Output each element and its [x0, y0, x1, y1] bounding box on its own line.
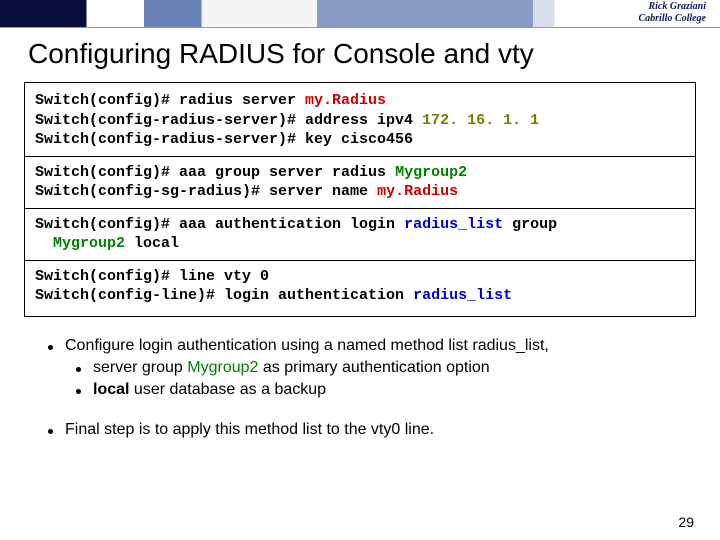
list-item: Configure login authentication using a n…: [48, 337, 684, 355]
code-line: Switch(config-radius-server)# address ip…: [35, 111, 685, 131]
code-line: Switch(config)# line vty 0: [35, 267, 685, 287]
school-name: Cabrillo College: [639, 13, 707, 24]
list-item: local user database as a backup: [76, 381, 684, 399]
page-title: Configuring RADIUS for Console and vty: [0, 28, 720, 82]
code-line: Switch(config-sg-radius)# server name my…: [35, 182, 685, 202]
code-line: Switch(config-line)# login authenticatio…: [35, 286, 685, 306]
list-item: Final step is to apply this method list …: [48, 421, 684, 439]
divider: [25, 156, 695, 157]
page-number: 29: [678, 514, 694, 530]
author-name: Rick Graziani: [648, 1, 706, 12]
header-banner: Rick Graziani Cabrillo College: [0, 0, 720, 28]
bullet-icon: [48, 429, 53, 434]
list-item: server group Mygroup2 as primary authent…: [76, 359, 684, 377]
code-line: Switch(config)# aaa authentication login…: [35, 215, 685, 235]
code-line: Switch(config)# aaa group server radius …: [35, 163, 685, 183]
code-line: Switch(config-radius-server)# key cisco4…: [35, 130, 685, 150]
bullet-icon: [76, 367, 81, 372]
divider: [25, 260, 695, 261]
code-line: Switch(config)# radius server my.Radius: [35, 91, 685, 111]
cli-config-box: Switch(config)# radius server my.Radius …: [24, 82, 696, 317]
divider: [25, 208, 695, 209]
bullet-list: Configure login authentication using a n…: [48, 337, 684, 439]
code-line: Mygroup2 local: [35, 234, 685, 254]
bullet-icon: [76, 389, 81, 394]
bullet-icon: [48, 345, 53, 350]
